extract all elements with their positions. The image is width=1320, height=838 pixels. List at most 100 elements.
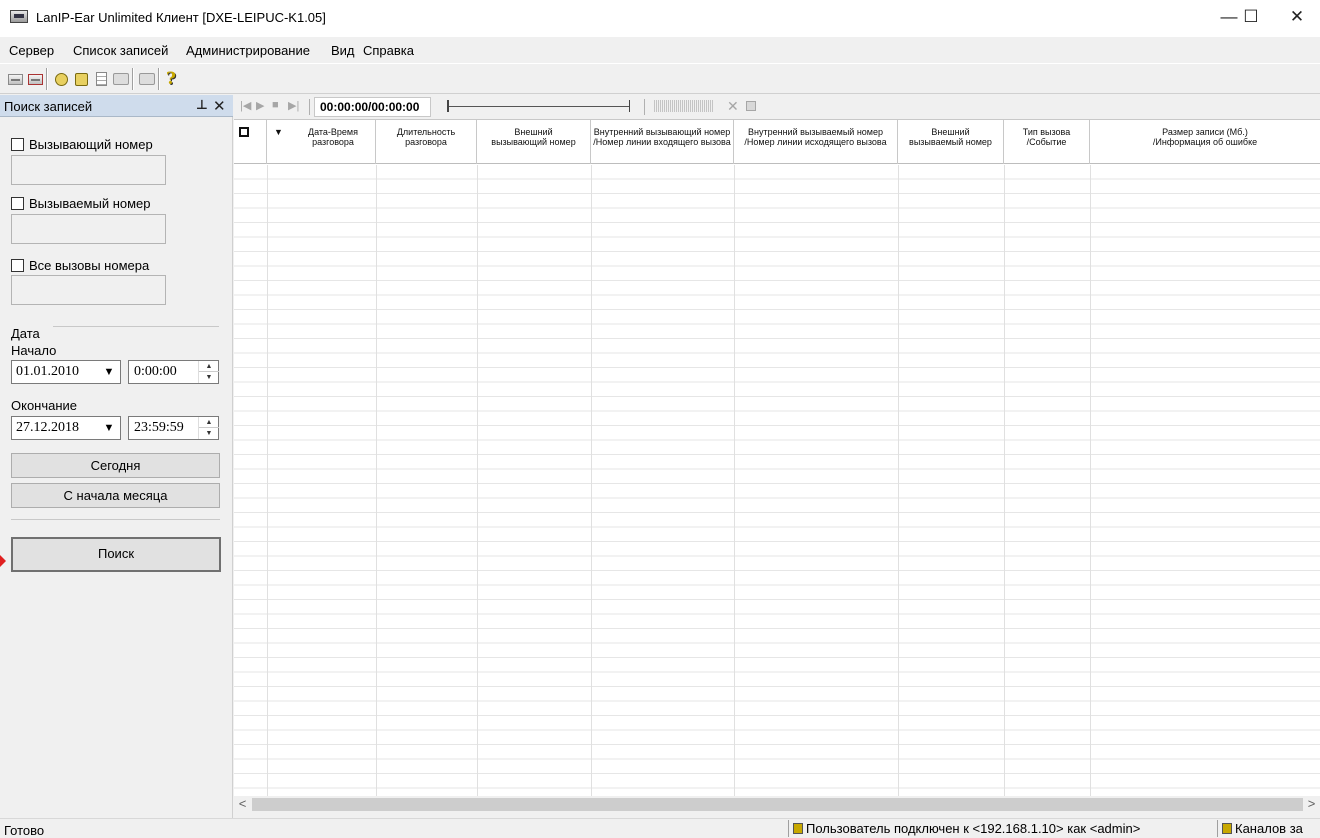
start-date-picker[interactable]: 01.01.2010 ▼ — [11, 360, 121, 384]
checkbox-box[interactable] — [11, 259, 24, 272]
play-button[interactable]: ▶ — [256, 99, 264, 112]
search-button[interactable]: Поиск — [11, 537, 221, 572]
end-time-field[interactable]: 23:59:59 ▲ ▼ — [128, 416, 219, 440]
caller-number-checkbox[interactable]: Вызывающий номер — [11, 137, 153, 152]
spin-down-icon[interactable]: ▼ — [199, 428, 219, 439]
window-title: LanIP-Ear Unlimited Клиент [DXE-LEIPUC-K… — [36, 10, 326, 25]
col-record-size[interactable]: Размер записи (Мб.) /Информация об ошибк… — [1090, 120, 1320, 164]
print-icon[interactable] — [138, 70, 156, 88]
start-label: Начало — [11, 343, 57, 358]
horizontal-scrollbar[interactable]: < > — [234, 796, 1320, 813]
menu-records-list[interactable]: Список записей — [73, 43, 168, 58]
col-external-called[interactable]: Внешний вызываемый номер — [898, 120, 1004, 164]
scrollbar-thumb[interactable] — [252, 798, 1303, 811]
col-record-size-line2: /Информация об ошибке — [1152, 137, 1258, 147]
seek-slider-end — [629, 100, 630, 112]
col-external-called-line1: Внешний — [931, 127, 970, 137]
help-icon[interactable]: ? — [162, 69, 180, 89]
title-bar: LanIP-Ear Unlimited Клиент [DXE-LEIPUC-K… — [0, 0, 1320, 37]
start-time-value: 0:00:00 — [134, 364, 177, 379]
select-all-checkbox[interactable] — [239, 127, 249, 137]
status-bar: Готово Пользователь подключен к <192.168… — [0, 818, 1320, 838]
column-divider — [591, 165, 592, 796]
col-datetime-line1: Дата-Время — [307, 127, 358, 137]
channels-status: Каналов за — [1217, 820, 1320, 837]
pin-icon[interactable]: ⊥ — [196, 97, 208, 113]
last-track-button[interactable]: ▶| — [288, 99, 299, 112]
checkbox-box[interactable] — [11, 138, 24, 151]
all-calls-field[interactable] — [11, 275, 166, 305]
close-player-icon[interactable]: ✕ — [727, 98, 739, 115]
end-date-value: 27.12.2018 — [16, 420, 79, 435]
seek-slider-thumb[interactable] — [447, 100, 449, 112]
col-external-caller[interactable]: Внешний вызывающий номер — [477, 120, 591, 164]
col-call-type[interactable]: Тип вызова /Событие — [1004, 120, 1090, 164]
col-internal-caller[interactable]: Внутренний вызывающий номер /Номер линии… — [591, 120, 734, 164]
called-number-label: Вызываемый номер — [29, 196, 151, 211]
menu-view[interactable]: Вид — [331, 43, 355, 58]
playback-time: 00:00:00/00:00:00 — [314, 97, 431, 117]
scroll-left-icon[interactable]: < — [234, 796, 251, 813]
document-icon[interactable] — [92, 70, 110, 88]
maximize-button[interactable]: ☐ — [1228, 0, 1274, 37]
date-section-label: Дата — [11, 326, 40, 341]
called-number-checkbox[interactable]: Вызываемый номер — [11, 196, 151, 211]
called-number-field[interactable] — [11, 214, 166, 244]
menu-server[interactable]: Сервер — [9, 43, 54, 58]
lock-icon[interactable] — [72, 70, 90, 88]
disconnect-icon[interactable] — [26, 70, 44, 88]
connection-text: Пользователь подключен к <192.168.1.10> … — [806, 821, 1141, 836]
chevron-down-icon[interactable]: ▼ — [98, 417, 120, 439]
sort-desc-icon: ▼ — [274, 127, 283, 137]
spin-up-icon[interactable]: ▲ — [199, 361, 219, 372]
save-icon[interactable] — [746, 101, 756, 111]
image-icon[interactable] — [112, 70, 130, 88]
search-panel-title: Поиск записей — [4, 99, 93, 114]
spin-up-icon[interactable]: ▲ — [199, 417, 219, 428]
menu-help[interactable]: Справка — [363, 43, 414, 58]
channels-icon — [1222, 823, 1232, 834]
end-date-picker[interactable]: 27.12.2018 ▼ — [11, 416, 121, 440]
toolbar-separator — [46, 68, 48, 90]
toolbar: ? — [0, 63, 1320, 94]
start-time-spinner[interactable]: ▲ ▼ — [198, 361, 219, 383]
col-record-size-line1: Размер записи (Мб.) — [1162, 127, 1248, 137]
col-datetime[interactable]: ▼ Дата-Время разговора — [267, 120, 376, 164]
caller-number-field[interactable] — [11, 155, 166, 185]
chevron-down-icon[interactable]: ▼ — [98, 361, 120, 383]
table-body[interactable] — [234, 165, 1320, 796]
users-icon[interactable] — [52, 70, 70, 88]
column-divider — [734, 165, 735, 796]
close-panel-icon[interactable]: ✕ — [213, 97, 226, 115]
header-select-all[interactable] — [234, 120, 267, 164]
today-button[interactable]: Сегодня — [11, 453, 220, 478]
volume-slider[interactable] — [654, 100, 714, 112]
spin-down-icon[interactable]: ▼ — [199, 372, 219, 383]
col-duration[interactable]: Длительность разговора — [376, 120, 477, 164]
status-ready: Готово — [4, 823, 45, 838]
connect-icon[interactable] — [6, 70, 24, 88]
col-internal-caller-line2: /Номер линии входящего вызова — [593, 137, 731, 147]
col-call-type-line1: Тип вызова — [1022, 127, 1071, 137]
seek-slider[interactable] — [447, 106, 629, 107]
records-table: ▼ Дата-Время разговора Длительность разг… — [234, 119, 1320, 796]
column-divider — [267, 165, 268, 796]
col-duration-line2: разговора — [405, 137, 447, 147]
from-month-start-button[interactable]: С начала месяца — [11, 483, 220, 508]
checkbox-box[interactable] — [11, 197, 24, 210]
first-track-button[interactable]: |◀ — [240, 99, 251, 112]
stop-button[interactable]: ■ — [272, 99, 279, 111]
connection-icon — [793, 823, 803, 834]
column-divider — [376, 165, 377, 796]
scroll-right-icon[interactable]: > — [1303, 796, 1320, 813]
start-time-field[interactable]: 0:00:00 ▲ ▼ — [128, 360, 219, 384]
start-date-value: 01.01.2010 — [16, 364, 79, 379]
menu-administration[interactable]: Администрирование — [186, 43, 310, 58]
all-calls-checkbox[interactable]: Все вызовы номера — [11, 258, 149, 273]
col-internal-called-line2: /Номер линии исходящего вызова — [744, 137, 887, 147]
player-bar: |◀ ▶ ■ ▶| 00:00:00/00:00:00 ✕ — [234, 95, 1320, 119]
date-section-divider — [53, 326, 219, 327]
col-internal-called[interactable]: Внутренний вызываемый номер /Номер линии… — [734, 120, 898, 164]
end-time-spinner[interactable]: ▲ ▼ — [198, 417, 219, 439]
close-window-button[interactable]: ✕ — [1274, 0, 1320, 37]
